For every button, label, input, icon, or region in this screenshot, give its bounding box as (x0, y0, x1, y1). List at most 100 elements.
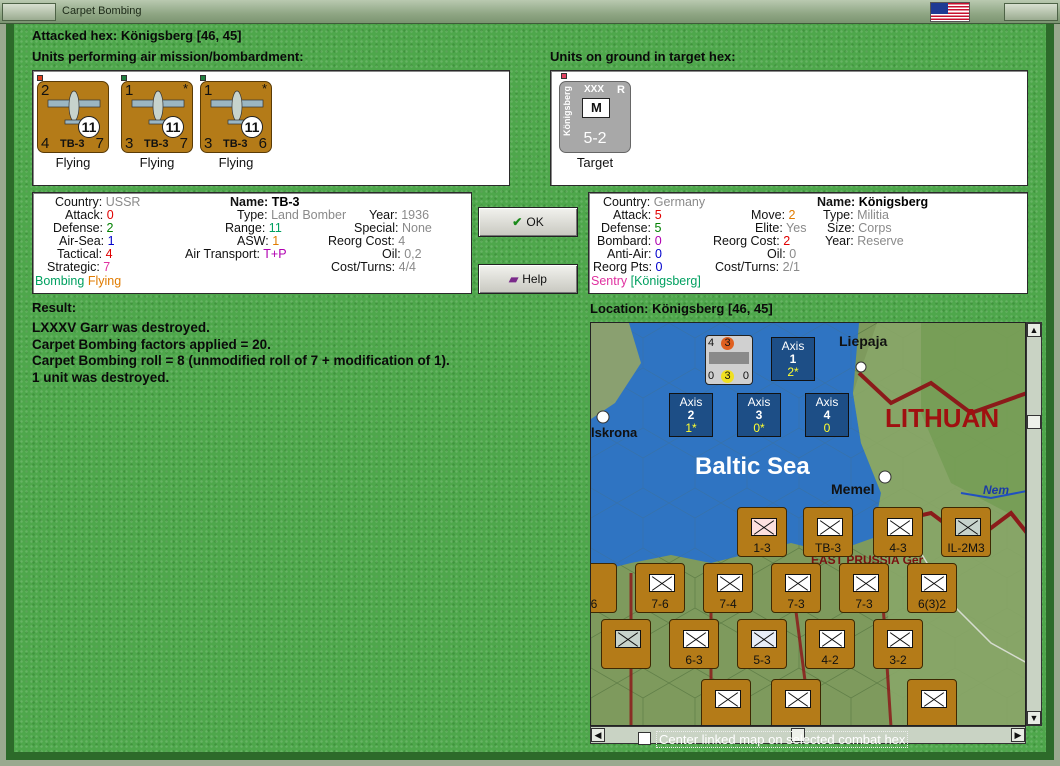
air-unit-counter[interactable]: 1 3 6 * TB-3 11 (200, 81, 272, 153)
map-unit-counter[interactable]: 6-3 (669, 619, 719, 669)
unit-defense-value: 3 (125, 135, 134, 152)
air-units-panel: 2 4 7 TB-3 11 Flying 1 3 7 * TB-3 11 Fly… (32, 70, 510, 186)
axis-stack-box[interactable]: Axis 2 1* (669, 393, 713, 437)
center-map-checkbox-label[interactable]: Center linked map on selected combat hex (656, 731, 909, 748)
stat-value: 2 (106, 221, 114, 235)
result-line: Carpet Bombing roll = 8 (unmodified roll… (32, 353, 450, 368)
stat-mode: Bombing (35, 274, 85, 288)
axis-stack-box[interactable]: Axis 1 2* (771, 337, 815, 381)
map-unit-counter[interactable]: 4-3 (873, 507, 923, 557)
map-unit-counter[interactable]: 7-4 (703, 563, 753, 613)
center-map-checkbox[interactable] (638, 732, 651, 745)
help-button-label: Help (522, 272, 547, 286)
unit-attack-value: 2 (41, 82, 50, 99)
unit-strength-badge: 11 (241, 116, 263, 138)
map-unit-counter[interactable]: 7-6 (635, 563, 685, 613)
stat-key: Name: (230, 195, 269, 209)
stat-key: Oil: (767, 247, 786, 261)
air-unit-counter[interactable]: 1 3 7 * TB-3 11 (121, 81, 193, 153)
map-unit-counter[interactable]: 7-3 (839, 563, 889, 613)
unit-symbol-icon (751, 518, 777, 536)
air-unit-card[interactable]: 1 3 6 * TB-3 11 Flying (200, 75, 272, 170)
axis-stack-box[interactable]: Axis 4 0 (805, 393, 849, 437)
stat-value: 2 (788, 208, 796, 222)
map-unit-counter[interactable] (701, 679, 751, 725)
map-city-label: Liepaja (839, 333, 888, 349)
stat-key: Air Transport: (185, 247, 261, 261)
air-unit-counter[interactable]: 2 4 7 TB-3 11 (37, 81, 109, 153)
scroll-up-icon[interactable]: ▲ (1027, 323, 1041, 337)
counter-strength: 7-4 (719, 597, 737, 611)
ground-units-panel: XXX R Königsberg M 5-2 Target (550, 70, 1028, 186)
map-city-label: Memel (831, 481, 875, 497)
scroll-down-icon[interactable]: ▼ (1027, 711, 1041, 725)
axis-stack-box[interactable]: Axis 3 0* (737, 393, 781, 437)
unit-strength: 5-2 (583, 130, 607, 147)
unit-symbol-icon (921, 690, 947, 708)
stat-value: 0 (789, 247, 797, 261)
stat-value: 0 (106, 208, 114, 222)
linked-map[interactable]: Baltic Sea LITHUAN Liepaja lskrona Memel… (590, 322, 1026, 726)
counter-strength: -6 (590, 597, 598, 611)
map-unit-counter[interactable]: 7-3 (771, 563, 821, 613)
map-country-label: LITHUAN (885, 403, 1000, 433)
map-unit-counter[interactable]: 1-3 (737, 507, 787, 557)
stat-key: Type: (823, 208, 854, 222)
attacker-stats-panel: Country: USSR Attack: 0 Defense: 2 Air-S… (32, 192, 472, 294)
stat-key: Special: (354, 221, 399, 235)
ground-unit-card[interactable]: XXX R Königsberg M 5-2 Target (559, 73, 631, 170)
stat-value: 4 (105, 247, 113, 261)
scroll-right-icon[interactable]: ▶ (1011, 728, 1025, 742)
map-unit-counter[interactable]: 6(3)2 (907, 563, 957, 613)
help-book-icon: ▰ (509, 272, 519, 286)
window-close-button[interactable] (1004, 3, 1058, 21)
unit-range-value: 6 (258, 135, 267, 152)
naval-unit-counter[interactable]: 4 3 0 3 0 (705, 335, 753, 385)
vertical-scroll-thumb[interactable] (1027, 415, 1041, 429)
map-unit-counter[interactable] (771, 679, 821, 725)
unit-defense-value: 3 (204, 135, 213, 152)
counter-strength: 7-3 (787, 597, 805, 611)
map-unit-counter[interactable]: 4-2 (805, 619, 855, 669)
stat-key: Type: (237, 208, 268, 222)
unit-name: TB-3 (223, 138, 248, 150)
air-unit-card[interactable]: 1 3 7 * TB-3 11 Flying (121, 75, 193, 170)
unit-strength-badge: 11 (162, 116, 184, 138)
counter-strength: 5-3 (753, 653, 771, 667)
defender-stats-panel: Country: Germany Attack: 5 Defense: 5 Bo… (588, 192, 1028, 294)
stat-value: Militia (857, 208, 890, 222)
help-button[interactable]: ▰ Help (478, 264, 578, 294)
window-menu-button[interactable] (2, 3, 56, 21)
stat-key: Year: (369, 208, 398, 222)
map-unit-counter[interactable]: 3-2 (873, 619, 923, 669)
map-unit-counter[interactable]: -6 (590, 563, 617, 613)
unit-name: TB-3 (144, 138, 169, 150)
map-unit-counter[interactable]: TB-3 (803, 507, 853, 557)
unit-attack-value: 1 (125, 82, 134, 99)
unit-symbol-icon (683, 630, 709, 648)
counter-strength: 7-3 (855, 597, 873, 611)
unit-symbol-icon (887, 630, 913, 648)
scroll-left-icon[interactable]: ◀ (591, 728, 605, 742)
counter-strength: 6(3)2 (917, 597, 946, 611)
stat-value: T+P (263, 247, 287, 261)
unit-name: Königsberg (562, 85, 572, 136)
stat-value: Yes (786, 221, 807, 235)
attacked-hex-label: Attacked hex: Königsberg [46, 45] (32, 28, 242, 43)
stat-value: Corps (858, 221, 892, 235)
usa-flag-icon (930, 2, 970, 22)
stat-value: 7 (103, 260, 111, 274)
map-unit-counter[interactable]: IL-2M3 (941, 507, 991, 557)
map-unit-counter[interactable] (907, 679, 957, 725)
ground-unit-counter[interactable]: XXX R Königsberg M 5-2 (559, 81, 631, 153)
map-unit-counter[interactable] (601, 619, 651, 669)
air-unit-card[interactable]: 2 4 7 TB-3 11 Flying (37, 75, 109, 170)
ok-button[interactable]: ✔ OK (478, 207, 578, 237)
unit-size: XXX (584, 84, 605, 95)
stat-mode: [Königsberg] (630, 274, 701, 288)
map-vertical-scrollbar[interactable]: ▲ ▼ (1026, 322, 1042, 726)
stat-key: Attack: (613, 208, 652, 222)
unit-attack-value: 1 (204, 82, 213, 99)
map-unit-counter[interactable]: 5-3 (737, 619, 787, 669)
naval-value: 0 (708, 370, 715, 382)
